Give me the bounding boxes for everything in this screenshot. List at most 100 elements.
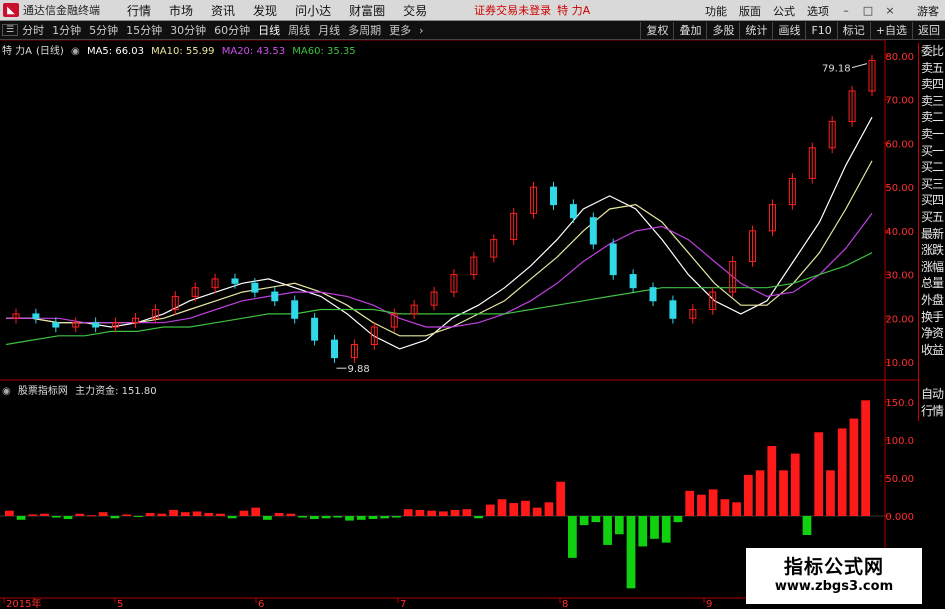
user-label[interactable]: 游客 <box>911 3 945 19</box>
side-tab[interactable]: 卖一 <box>919 126 945 143</box>
money-bar <box>98 512 108 516</box>
menu-item-ask[interactable]: 问小达 <box>286 2 340 19</box>
login-status[interactable]: 证券交易未登录 <box>474 2 551 18</box>
menu-item-discover[interactable]: 发现 <box>244 2 286 19</box>
side-tab[interactable]: 净资 <box>919 325 945 342</box>
menu-item-options[interactable]: 选项 <box>801 3 835 19</box>
side-tab[interactable]: 卖二 <box>919 109 945 126</box>
side-tab[interactable]: 买一 <box>919 143 945 160</box>
money-bar <box>638 516 648 547</box>
toolbar-menu-icon[interactable]: ☰ <box>2 24 19 36</box>
side-tab[interactable]: 买四 <box>919 192 945 209</box>
side-tab[interactable]: 换手 <box>919 309 945 326</box>
money-bar <box>40 513 49 516</box>
kline-chart[interactable]: 80.00 70.00 60.00 50.00 40.00 30.00 20.00 10.00… <box>0 39 945 609</box>
candle-body <box>629 274 637 289</box>
app-name: 通达信金融终端 <box>23 4 100 17</box>
money-bar <box>532 507 542 516</box>
money-bar <box>861 400 870 516</box>
ma-line-ma60 <box>5 252 873 346</box>
menu-item-news[interactable]: 资讯 <box>202 2 244 19</box>
maximize-icon[interactable]: □ <box>861 4 875 17</box>
money-bar <box>274 512 284 516</box>
period-tab-multi[interactable]: 多周期 <box>344 22 385 38</box>
overlay-button[interactable]: 叠加 <box>673 22 706 39</box>
multi-stock-button[interactable]: 多股 <box>706 22 739 39</box>
money-bar <box>192 511 202 516</box>
adjust-button[interactable]: 复权 <box>640 22 673 39</box>
money-bar <box>450 509 460 516</box>
money-bar <box>708 489 718 516</box>
minimize-icon[interactable]: – <box>839 4 853 17</box>
side-tab-auto[interactable]: 自动 <box>919 386 945 403</box>
side-tab[interactable]: 委比 <box>919 43 945 60</box>
candlestick-series <box>12 55 876 363</box>
menu-item-wealth-circle[interactable]: 财富圈 <box>340 2 394 19</box>
period-toolbar: ☰ 分时 1分钟 5分钟 15分钟 30分钟 60分钟 日线 周线 月线 多周期… <box>0 21 945 40</box>
candle-body <box>92 322 100 328</box>
money-bar <box>544 502 554 516</box>
close-icon[interactable]: × <box>883 4 897 17</box>
stock-title: 特 力A <box>557 4 591 17</box>
period-tab-15min[interactable]: 15分钟 <box>122 22 166 38</box>
add-watchlist-button[interactable]: +自选 <box>869 22 912 39</box>
side-tab[interactable]: 最新 <box>919 226 945 243</box>
period-tab-5min[interactable]: 5分钟 <box>85 22 122 38</box>
menu-item-market[interactable]: 市场 <box>160 2 202 19</box>
side-tab[interactable]: 买五 <box>919 209 945 226</box>
money-bar <box>134 516 143 517</box>
menu-item-layout[interactable]: 版面 <box>733 3 767 19</box>
draw-line-button[interactable]: 画线 <box>772 22 805 39</box>
side-tab[interactable]: 买二 <box>919 159 945 176</box>
x-tick-label: 9 <box>706 599 712 609</box>
side-tab[interactable]: 总量 <box>919 275 945 292</box>
money-bar <box>122 514 132 516</box>
back-button[interactable]: 返回 <box>912 22 945 39</box>
menu-item-formula[interactable]: 公式 <box>767 3 801 19</box>
candle-body <box>251 282 259 293</box>
period-tab-intraday[interactable]: 分时 <box>18 22 48 38</box>
side-tab[interactable]: 卖五 <box>919 60 945 77</box>
period-tab-more[interactable]: 更多 <box>385 22 415 38</box>
period-tab-weekly[interactable]: 周线 <box>284 22 314 38</box>
period-tab-60min[interactable]: 60分钟 <box>210 22 254 38</box>
f10-button[interactable]: F10 <box>805 22 836 39</box>
indicator-axis: 150.0 100.0 50.00 0.000 <box>0 398 914 523</box>
watermark-title: 指标公式网 <box>783 556 884 578</box>
menu-item-trade[interactable]: 交易 <box>394 2 436 19</box>
money-bar <box>227 516 237 519</box>
side-tab[interactable]: 收益 <box>919 342 945 359</box>
candle-body <box>649 287 657 302</box>
indicator-settings-icon[interactable]: ◉ <box>2 386 11 397</box>
period-tab-monthly[interactable]: 月线 <box>314 22 344 38</box>
period-tab-daily[interactable]: 日线 <box>254 22 284 38</box>
menu-item-functions[interactable]: 功能 <box>699 3 733 19</box>
period-tab-30min[interactable]: 30分钟 <box>166 22 210 38</box>
side-tab[interactable]: 外盘 <box>919 292 945 309</box>
chart-area[interactable]: 80.00 70.00 60.00 50.00 40.00 30.00 20.00 10.00… <box>0 39 945 609</box>
side-tab[interactable]: 涨跌 <box>919 242 945 259</box>
money-bar <box>145 512 155 516</box>
side-tab[interactable]: 涨幅 <box>919 259 945 276</box>
side-tab[interactable]: 卖三 <box>919 93 945 110</box>
more-chevron-icon[interactable]: › <box>415 24 427 37</box>
mark-button[interactable]: 标记 <box>836 22 870 39</box>
candle-body <box>549 186 557 206</box>
side-tab[interactable]: 卖四 <box>919 76 945 93</box>
menu-item-quotes[interactable]: 行情 <box>118 2 160 19</box>
x-tick-label: 2015年 <box>6 597 41 609</box>
period-tab-1min[interactable]: 1分钟 <box>48 22 85 38</box>
x-tick-label: 7 <box>400 599 406 609</box>
indicator-value: 主力资金: 151.80 <box>75 386 157 397</box>
statistics-button[interactable]: 统计 <box>739 22 772 39</box>
side-tab[interactable]: 买三 <box>919 176 945 193</box>
money-bar <box>556 481 566 516</box>
side-tab-auto[interactable]: 行情 <box>919 403 945 420</box>
indicator-tick-label: 50.00 <box>885 474 914 485</box>
indicator-name: 股票指标网 <box>17 386 68 397</box>
legend-settings-icon[interactable]: ◉ <box>71 46 80 57</box>
money-bar <box>75 513 85 516</box>
price-tick-label: 30.00 <box>885 271 914 282</box>
money-bar <box>697 494 706 516</box>
money-bar <box>180 512 190 516</box>
